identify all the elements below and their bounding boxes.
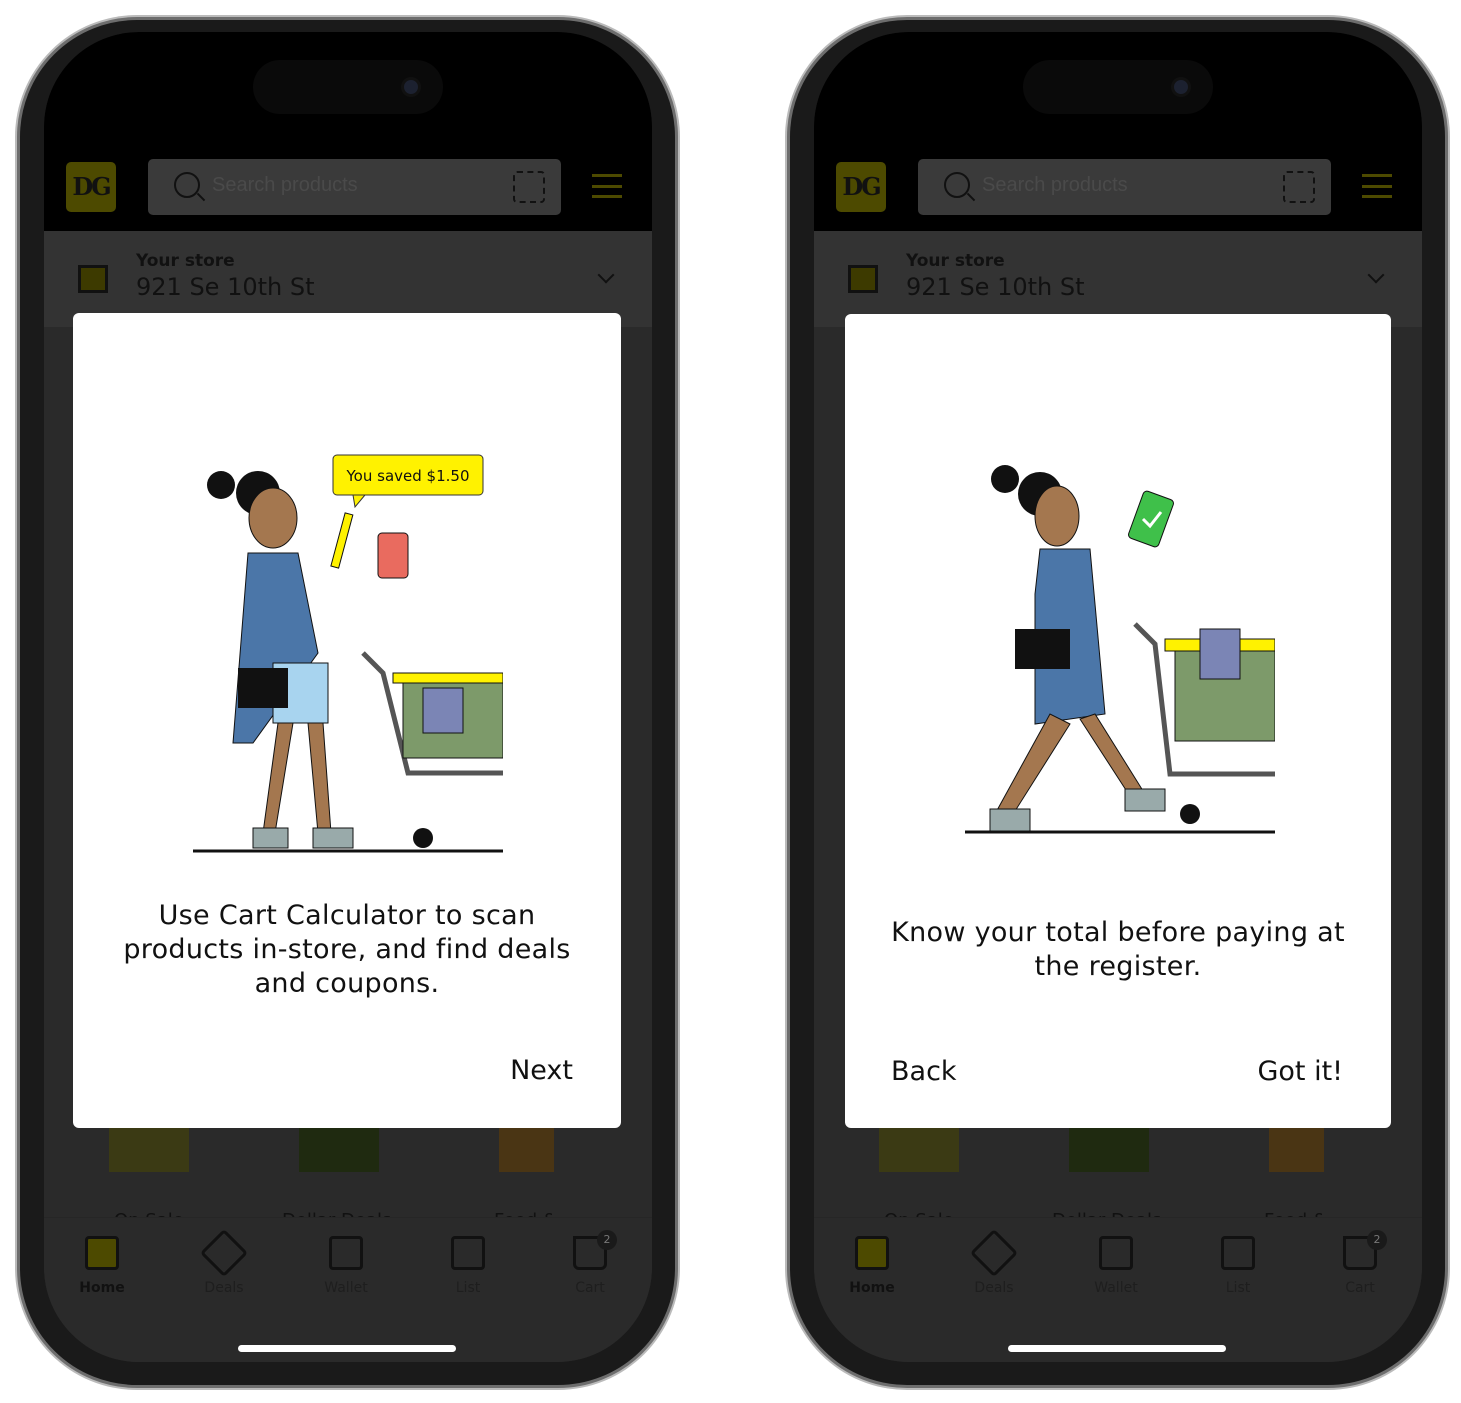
wallet-icon: [329, 1236, 363, 1270]
shopper-walking-illustration: [965, 465, 1275, 834]
nav-label: Home: [849, 1280, 895, 1296]
dialog-message: Use Cart Calculator to scan products in-…: [123, 900, 571, 999]
bottom-nav: Home Deals Wallet List 2 Cart: [44, 1217, 652, 1362]
store-address: 921 Se 10th St: [136, 273, 315, 301]
tag-icon: [199, 1228, 249, 1278]
search-icon: [944, 172, 970, 198]
top-bar: DG Search products: [814, 32, 1422, 231]
nav-label: Wallet: [324, 1280, 368, 1296]
store-address: 921 Se 10th St: [906, 273, 1085, 301]
store-icon: [848, 265, 878, 293]
savings-bubble: You saved $1.50: [346, 467, 470, 485]
nav-label: Deals: [974, 1280, 1014, 1296]
got-it-button[interactable]: Got it!: [1257, 1056, 1343, 1087]
nav-cart[interactable]: 2 Cart: [1305, 1230, 1415, 1296]
checklist-icon: [1221, 1236, 1255, 1270]
phone-frame-right: DG Search products Your store 921 Se 10t…: [787, 17, 1448, 1388]
nav-wallet[interactable]: Wallet: [291, 1236, 401, 1296]
search-icon: [174, 172, 200, 198]
cart-badge: 2: [597, 1230, 617, 1250]
home-icon: [85, 1236, 119, 1270]
chevron-down-icon: [1367, 266, 1385, 284]
search-placeholder: Search products: [982, 174, 1128, 196]
home-indicator[interactable]: [1008, 1345, 1226, 1352]
nav-label: List: [1225, 1280, 1251, 1296]
app-screen: DG Search products Your store 921 Se 10t…: [814, 32, 1422, 1362]
dialog-message: Know your total before paying at the reg…: [891, 917, 1345, 982]
cart-badge: 2: [1367, 1230, 1387, 1250]
shopper-scanning-illustration: You saved $1.50: [193, 454, 503, 853]
wallet-icon: [1099, 1236, 1133, 1270]
search-input[interactable]: Search products: [148, 159, 561, 215]
nav-wallet[interactable]: Wallet: [1061, 1236, 1171, 1296]
dg-logo[interactable]: DG: [836, 162, 886, 212]
dg-logo[interactable]: DG: [66, 162, 116, 212]
bottom-nav: Home Deals Wallet List 2 Cart: [814, 1217, 1422, 1362]
top-bar: DG Search products: [44, 32, 652, 231]
menu-icon[interactable]: [592, 174, 622, 198]
camera-icon: [1171, 77, 1191, 97]
onboarding-dialog: Know your total before paying at the reg…: [845, 314, 1391, 1128]
dynamic-island: [1023, 60, 1213, 114]
nav-list[interactable]: List: [1183, 1236, 1293, 1296]
store-label: Your store: [906, 251, 1005, 271]
nav-label: Wallet: [1094, 1280, 1138, 1296]
store-icon: [78, 265, 108, 293]
nav-deals[interactable]: Deals: [939, 1228, 1049, 1296]
barcode-scan-icon[interactable]: [1283, 171, 1315, 203]
nav-label: Deals: [204, 1280, 244, 1296]
nav-label: Cart: [1345, 1280, 1375, 1296]
barcode-scan-icon[interactable]: [513, 171, 545, 203]
nav-home[interactable]: Home: [817, 1236, 927, 1296]
tag-icon: [969, 1228, 1019, 1278]
home-icon: [855, 1236, 889, 1270]
camera-icon: [401, 77, 421, 97]
search-placeholder: Search products: [212, 174, 358, 196]
app-screen: DG Search products Your store 921 Se 10t…: [44, 32, 652, 1362]
nav-label: Home: [79, 1280, 125, 1296]
nav-label: List: [455, 1280, 481, 1296]
checklist-icon: [451, 1236, 485, 1270]
nav-home[interactable]: Home: [47, 1236, 157, 1296]
onboarding-dialog: You saved $1.50 Use Cart Calculator to s…: [73, 313, 621, 1128]
nav-cart[interactable]: 2 Cart: [535, 1230, 645, 1296]
store-label: Your store: [136, 251, 235, 271]
nav-deals[interactable]: Deals: [169, 1228, 279, 1296]
nav-list[interactable]: List: [413, 1236, 523, 1296]
chevron-down-icon: [597, 266, 615, 284]
nav-label: Cart: [575, 1280, 605, 1296]
store-selector[interactable]: Your store 921 Se 10th St: [814, 231, 1422, 327]
phone-frame-left: DG Search products Your store 921 Se 10t…: [17, 17, 678, 1388]
search-input[interactable]: Search products: [918, 159, 1331, 215]
back-button[interactable]: Back: [891, 1056, 957, 1087]
next-button[interactable]: Next: [510, 1055, 573, 1086]
dynamic-island: [253, 60, 443, 114]
home-indicator[interactable]: [238, 1345, 456, 1352]
menu-icon[interactable]: [1362, 174, 1392, 198]
